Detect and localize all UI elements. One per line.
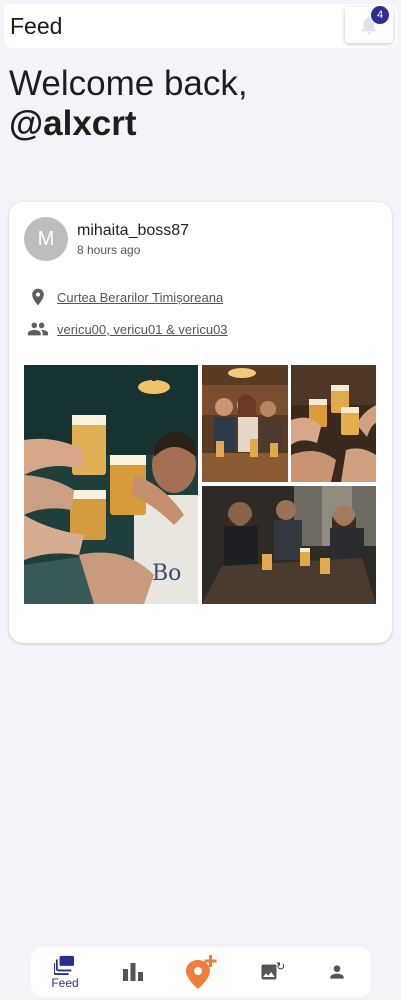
nav-feed[interactable]: Feed bbox=[35, 947, 95, 997]
loading-spinner-icon: ↻ bbox=[276, 961, 286, 973]
friends-at-bar-photo[interactable] bbox=[202, 365, 288, 482]
post-friends-row: vericu00, vericu01 & vericu03 bbox=[27, 318, 228, 340]
bottom-navigation: Feed ↻ bbox=[31, 947, 371, 997]
nav-profile[interactable] bbox=[307, 947, 367, 997]
bar-chart-icon bbox=[123, 963, 143, 981]
cheers-photo[interactable]: Bo bbox=[24, 365, 198, 604]
nav-feed-label: Feed bbox=[51, 975, 79, 990]
welcome-text: Welcome back, bbox=[9, 64, 248, 103]
avatar[interactable]: M bbox=[24, 217, 68, 261]
notifications-button[interactable]: 4 bbox=[345, 5, 393, 43]
people-icon bbox=[27, 318, 49, 340]
person-icon bbox=[330, 965, 344, 979]
top-app-bar: Feed 4 bbox=[4, 4, 397, 48]
page-title: Feed bbox=[10, 12, 63, 39]
welcome-heading: Welcome back, @alxcrt bbox=[9, 64, 248, 144]
post-author[interactable]: mihaita_boss87 bbox=[77, 222, 189, 240]
tagged-friends-link[interactable]: vericu00, vericu01 & vericu03 bbox=[57, 322, 228, 337]
nav-gallery[interactable]: ↻ bbox=[239, 947, 299, 997]
location-link[interactable]: Curtea Berarilor Timișoreana bbox=[57, 290, 223, 305]
post-card[interactable]: M mihaita_boss87 8 hours ago Curtea Bera… bbox=[9, 202, 392, 643]
post-timestamp: 8 hours ago bbox=[77, 243, 141, 257]
nav-stats[interactable] bbox=[103, 947, 163, 997]
username-heading: @alxcrt bbox=[9, 104, 137, 143]
svg-text:Bo: Bo bbox=[152, 561, 181, 586]
toast-photo[interactable] bbox=[291, 365, 376, 482]
add-location-icon bbox=[186, 955, 217, 989]
group-at-table-photo[interactable] bbox=[202, 486, 376, 604]
post-location-row: Curtea Berarilor Timișoreana bbox=[27, 286, 223, 308]
notification-count-badge: 4 bbox=[371, 5, 389, 24]
nav-add-location[interactable] bbox=[171, 947, 231, 997]
location-pin-icon bbox=[27, 286, 49, 308]
feed-icon bbox=[54, 955, 75, 975]
